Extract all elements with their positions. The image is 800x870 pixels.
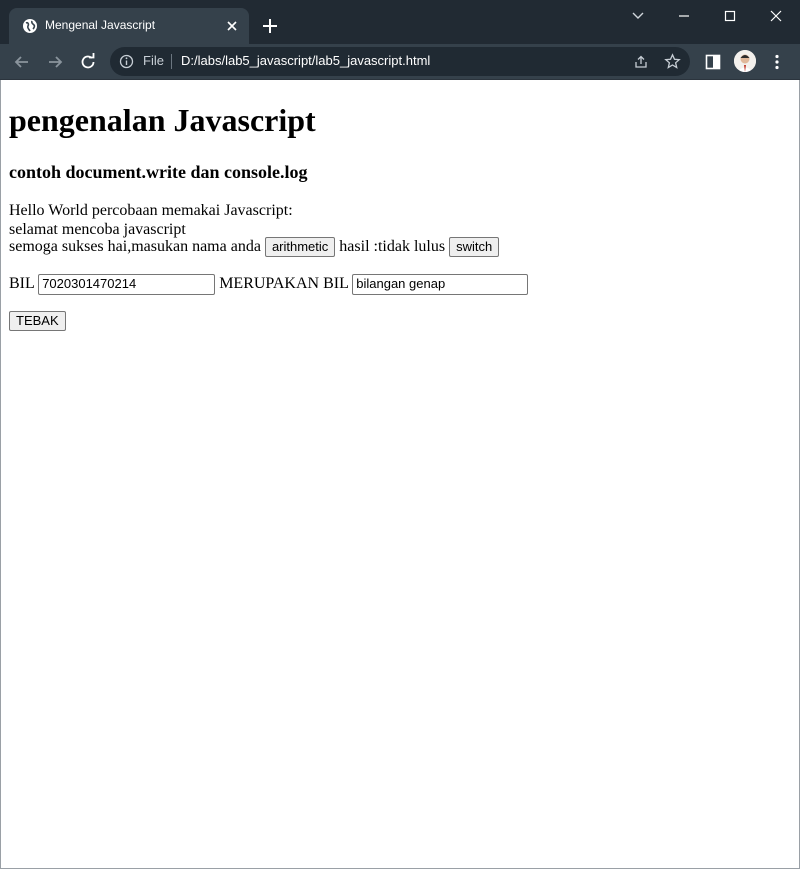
tebak-button[interactable]: TEBAK xyxy=(9,311,66,332)
address-separator xyxy=(171,54,172,69)
browser-tab[interactable]: Mengenal Javascript xyxy=(9,8,249,44)
merupakan-label: MERUPAKAN BIL xyxy=(219,275,349,293)
arithmetic-button[interactable]: arithmetic xyxy=(264,237,336,258)
hasil-text: hasil :tidak lulus xyxy=(339,238,446,255)
scheme-label: File xyxy=(143,53,164,68)
side-panel-icon[interactable] xyxy=(704,53,722,71)
url-text[interactable]: D:/labs/lab5_javascript/lab5_javascript.… xyxy=(181,53,430,68)
tab-strip: Mengenal Javascript xyxy=(0,0,800,44)
more-menu-icon[interactable] xyxy=(768,53,786,71)
hello-world-line: Hello World percobaan memakai Javascript… xyxy=(9,202,293,219)
bookmark-star-icon[interactable] xyxy=(664,53,681,70)
bil-row: BIL 7020301470214 MERUPAKAN BIL bilangan… xyxy=(9,274,529,295)
page-subheading: contoh document.write dan console.log xyxy=(9,162,308,182)
forward-icon[interactable] xyxy=(45,52,65,72)
address-bar[interactable]: File D:/labs/lab5_javascript/lab5_javasc… xyxy=(110,47,690,76)
back-icon[interactable] xyxy=(12,52,32,72)
profile-avatar[interactable] xyxy=(734,50,756,72)
reload-icon[interactable] xyxy=(78,52,98,72)
maximize-icon[interactable] xyxy=(720,8,740,24)
page-content: pengenalan Javascript contoh document.wr… xyxy=(0,80,800,870)
profile-avatar-icon xyxy=(734,50,756,72)
new-tab-icon[interactable] xyxy=(261,17,279,35)
tab-title: Mengenal Javascript xyxy=(45,18,156,32)
info-icon[interactable] xyxy=(119,54,134,69)
tebak-row: TEBAK xyxy=(9,311,66,332)
globe-icon xyxy=(23,19,37,33)
close-tab-icon[interactable] xyxy=(224,18,240,34)
result-input[interactable]: bilangan genap xyxy=(352,274,529,295)
semoga-text: semoga sukses hai,masukan nama anda xyxy=(9,238,261,255)
minimize-icon[interactable] xyxy=(674,8,694,24)
browser-toolbar: File D:/labs/lab5_javascript/lab5_javasc… xyxy=(0,44,800,80)
page-heading: pengenalan Javascript xyxy=(9,102,316,138)
close-window-icon[interactable] xyxy=(766,8,786,24)
bil-label: BIL xyxy=(9,275,35,293)
semoga-line: semoga sukses hai,masukan nama anda arit… xyxy=(9,237,500,258)
switch-button[interactable]: switch xyxy=(449,237,500,258)
tab-search-chevron-icon[interactable] xyxy=(628,8,648,24)
share-icon[interactable] xyxy=(633,54,649,70)
browser-window: Mengenal Javascript File D:/labs/lab5_ja… xyxy=(0,0,800,870)
bil-input[interactable]: 7020301470214 xyxy=(38,274,216,295)
